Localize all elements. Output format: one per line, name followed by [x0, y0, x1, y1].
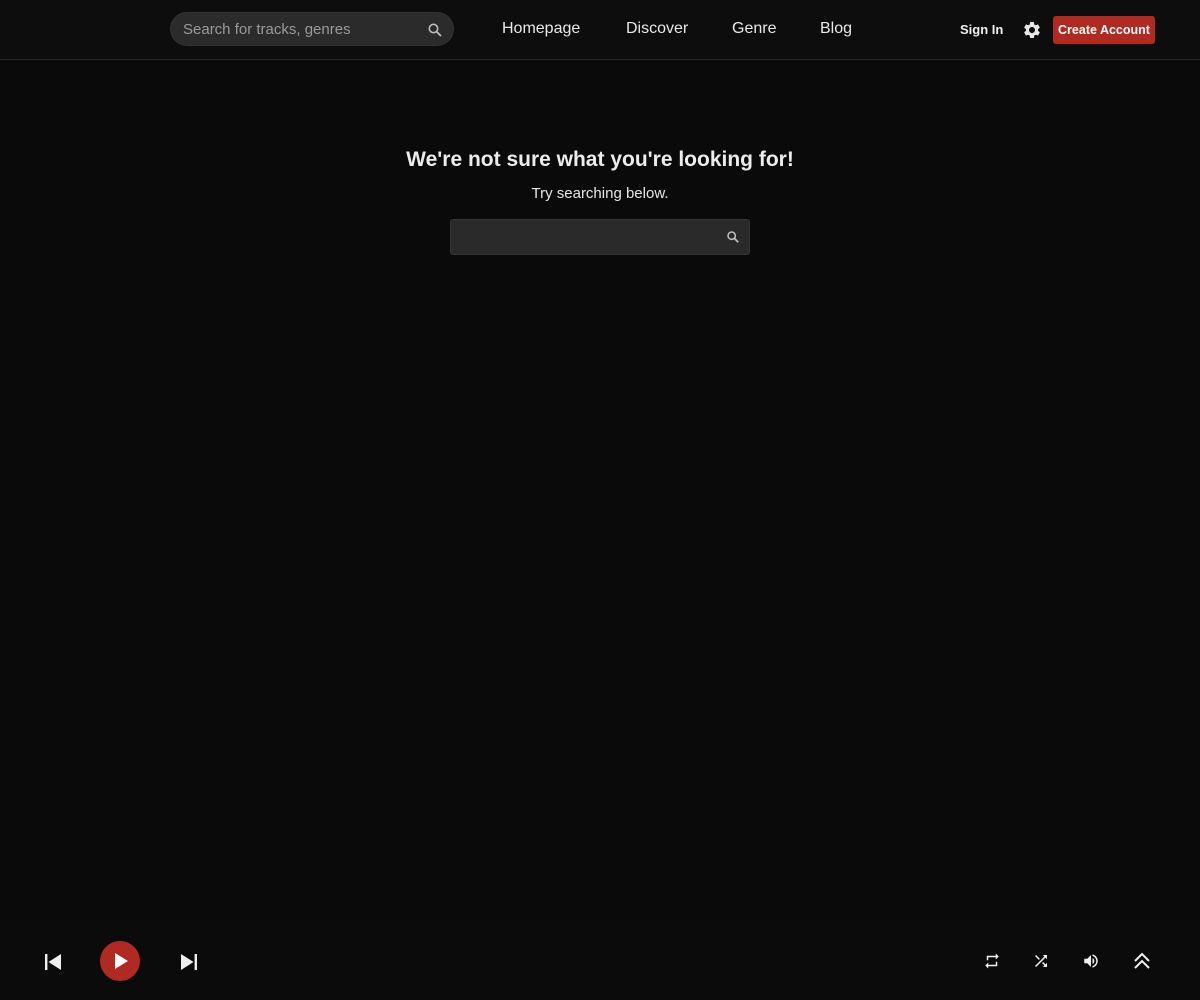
expand-icon[interactable]	[1132, 951, 1152, 971]
previous-icon[interactable]	[44, 953, 62, 971]
sign-in-link[interactable]: Sign In	[960, 22, 1003, 37]
next-icon[interactable]	[180, 953, 198, 971]
top-navigation-bar: Homepage Discover Genre Blog Sign In Cre…	[0, 0, 1200, 60]
play-button[interactable]	[100, 941, 140, 981]
page-title: We're not sure what you're looking for!	[406, 148, 794, 171]
page-subtitle: Try searching below.	[531, 185, 669, 202]
search-icon[interactable]	[726, 230, 740, 244]
header-search-box[interactable]	[170, 12, 454, 46]
play-icon	[115, 953, 128, 969]
player-bar	[0, 920, 1200, 1000]
nav-discover[interactable]: Discover	[626, 20, 688, 38]
nav-blog[interactable]: Blog	[820, 20, 852, 38]
gear-icon[interactable]	[1022, 20, 1042, 40]
header-search-input[interactable]	[183, 13, 423, 45]
shuffle-icon[interactable]	[1032, 952, 1050, 970]
main-search-input[interactable]	[461, 220, 721, 254]
create-account-button[interactable]: Create Account	[1053, 16, 1155, 44]
main-search-box[interactable]	[450, 219, 750, 255]
repeat-icon[interactable]	[983, 952, 1001, 970]
volume-icon[interactable]	[1082, 952, 1100, 970]
search-icon[interactable]	[427, 22, 443, 38]
nav-homepage[interactable]: Homepage	[502, 20, 580, 38]
nav-genre[interactable]: Genre	[732, 20, 776, 38]
